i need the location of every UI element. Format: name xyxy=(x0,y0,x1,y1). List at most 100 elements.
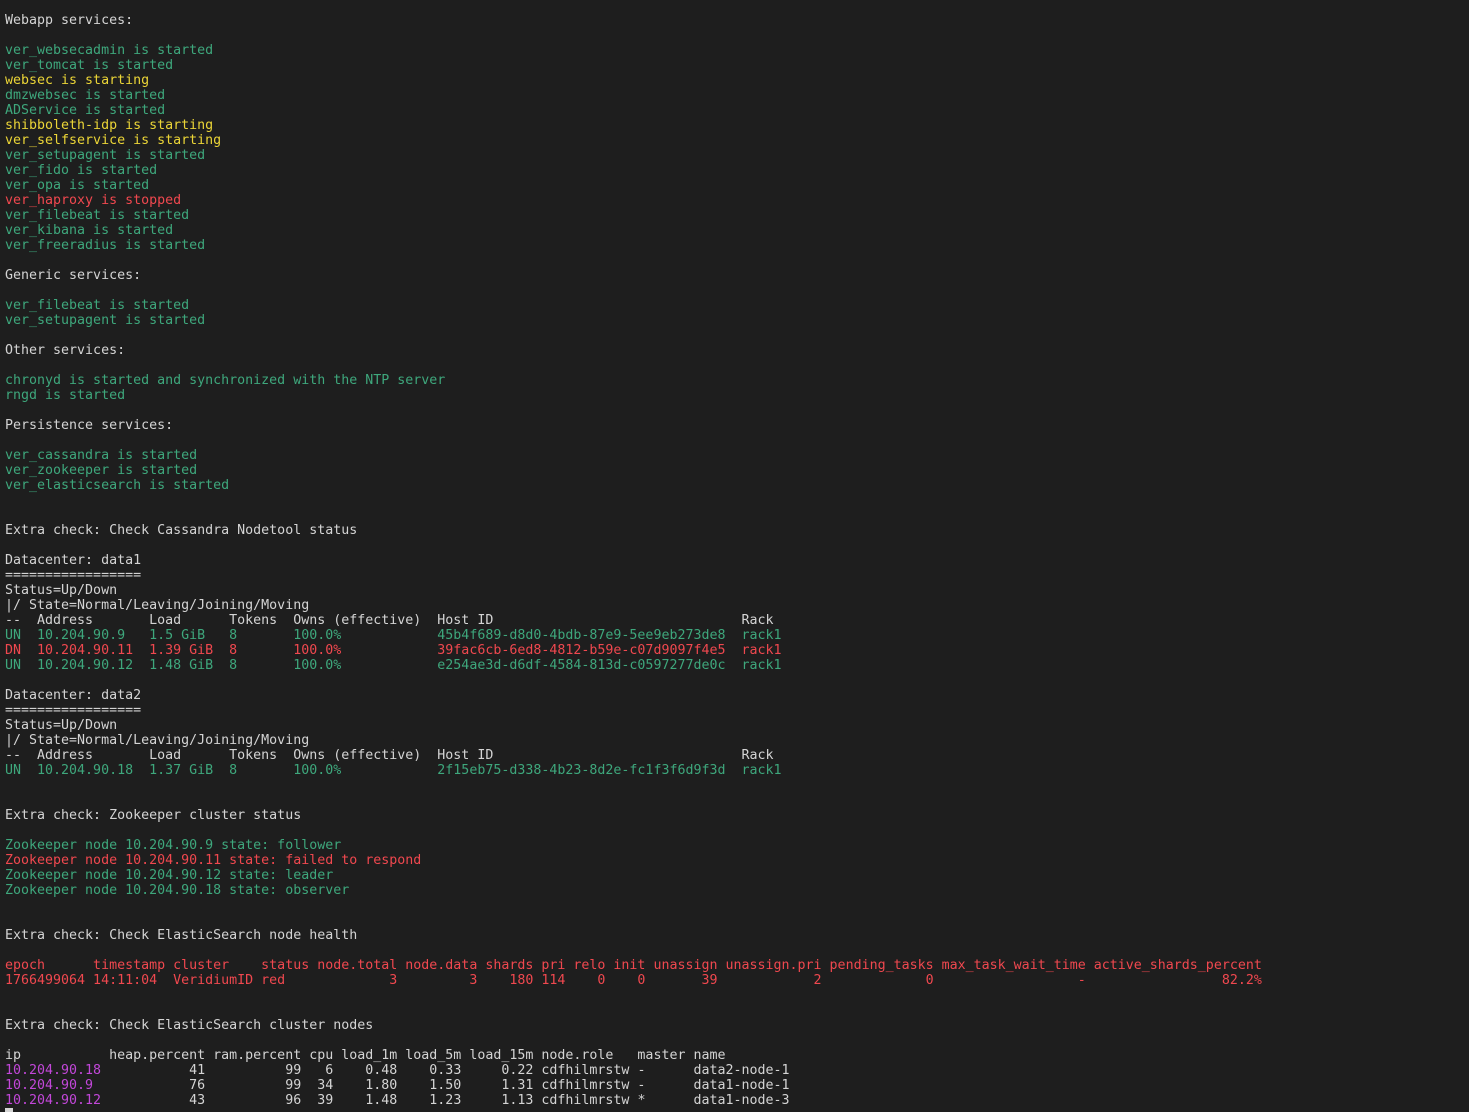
terminal-prompt-line[interactable] xyxy=(5,1108,1465,1112)
terminal-line: UN 10.204.90.18 1.37 GiB 8 100.0% 2f15eb… xyxy=(5,763,1465,778)
terminal-line-text: Persistence services: xyxy=(5,418,174,433)
terminal-line: ver_freeradius is started xyxy=(5,238,1465,253)
terminal-line: ver_elasticsearch is started xyxy=(5,478,1465,493)
terminal-line-text: 10.204.90.12 xyxy=(5,1093,102,1108)
terminal-line-text: UN 10.204.90.18 1.37 GiB 8 100.0% 2f15eb… xyxy=(5,763,782,778)
terminal-line-text: ver_filebeat is started xyxy=(5,208,190,223)
terminal-line: ver_setupagent is started xyxy=(5,313,1465,328)
terminal-line: Other services: xyxy=(5,343,1465,358)
terminal-line: ver_fido is started xyxy=(5,163,1465,178)
terminal-line: |/ State=Normal/Leaving/Joining/Moving xyxy=(5,598,1465,613)
terminal-line-text: Datacenter: data1 xyxy=(5,553,142,568)
terminal-line-text: ip heap.percent ram.percent cpu load_1m … xyxy=(5,1048,726,1063)
terminal-line: rngd is started xyxy=(5,388,1465,403)
terminal-line-rest: 43 96 39 1.48 1.23 1.13 cdfhilmrstw * da… xyxy=(101,1093,790,1108)
terminal-line: Zookeeper node 10.204.90.11 state: faile… xyxy=(5,853,1465,868)
terminal-line-text: 10.204.90.9 xyxy=(5,1078,94,1093)
text-cursor xyxy=(5,1108,13,1112)
terminal-line-text: Zookeeper node 10.204.90.18 state: obser… xyxy=(5,883,350,898)
terminal-line-text: ver_setupagent is started xyxy=(5,148,206,163)
terminal-line: Extra check: Check ElasticSearch node he… xyxy=(5,928,1465,943)
terminal-line-text: websec is starting xyxy=(5,73,150,88)
terminal-line: epoch timestamp cluster status node.tota… xyxy=(5,958,1465,973)
terminal-line-text: ver_fido is started xyxy=(5,163,158,178)
terminal-line: ip heap.percent ram.percent cpu load_1m … xyxy=(5,1048,1465,1063)
terminal-line: ver_cassandra is started xyxy=(5,448,1465,463)
terminal-line: Webapp services: xyxy=(5,13,1465,28)
terminal-line-text: |/ State=Normal/Leaving/Joining/Moving xyxy=(5,733,310,748)
terminal-line: ver_opa is started xyxy=(5,178,1465,193)
terminal-line: ADService is started xyxy=(5,103,1465,118)
terminal-line: ver_haproxy is stopped xyxy=(5,193,1465,208)
terminal-line: dmzwebsec is started xyxy=(5,88,1465,103)
terminal-line: 10.204.90.18 41 99 6 0.48 0.33 0.22 cdfh… xyxy=(5,1063,1465,1078)
terminal-line-text: ver_freeradius is started xyxy=(5,238,206,253)
terminal-line-text: DN 10.204.90.11 1.39 GiB 8 100.0% 39fac6… xyxy=(5,643,782,658)
terminal-line: Status=Up/Down xyxy=(5,583,1465,598)
terminal-line-rest: 41 99 6 0.48 0.33 0.22 cdfhilmrstw - dat… xyxy=(101,1063,790,1078)
terminal-line-text: -- Address Load Tokens Owns (effective) … xyxy=(5,613,774,628)
terminal-line-text: chronyd is started and synchronized with… xyxy=(5,373,446,388)
terminal-output[interactable]: Webapp services: ver_websecadmin is start… xyxy=(5,13,1465,1112)
terminal-line: -- Address Load Tokens Owns (effective) … xyxy=(5,613,1465,628)
terminal-line-text: Zookeeper node 10.204.90.11 state: faile… xyxy=(5,853,422,868)
terminal-line: 1766499064 14:11:04 VeridiumID red 3 3 1… xyxy=(5,973,1465,988)
terminal-line-text: epoch timestamp cluster status node.tota… xyxy=(5,958,1262,973)
terminal-line-text: Extra check: Check ElasticSearch cluster… xyxy=(5,1018,374,1033)
terminal-line-text: Extra check: Check ElasticSearch node he… xyxy=(5,928,358,943)
terminal-line: Persistence services: xyxy=(5,418,1465,433)
terminal-line-text: -- Address Load Tokens Owns (effective) … xyxy=(5,748,774,763)
terminal-line: Datacenter: data1 xyxy=(5,553,1465,568)
terminal-line: Extra check: Zookeeper cluster status xyxy=(5,808,1465,823)
terminal-line-text: ver_selfservice is starting xyxy=(5,133,222,148)
terminal-line-text: Extra check: Check Cassandra Nodetool st… xyxy=(5,523,358,538)
terminal-line-text: shibboleth-idp is starting xyxy=(5,118,214,133)
terminal-line-text: dmzwebsec is started xyxy=(5,88,166,103)
terminal-line-text: ver_websecadmin is started xyxy=(5,43,214,58)
terminal-line-text: ver_kibana is started xyxy=(5,223,174,238)
terminal-line-text: Other services: xyxy=(5,343,126,358)
terminal-line-text: UN 10.204.90.9 1.5 GiB 8 100.0% 45b4f689… xyxy=(5,628,782,643)
terminal-line-text: ver_cassandra is started xyxy=(5,448,198,463)
terminal-line-text: ver_opa is started xyxy=(5,178,150,193)
terminal-line-text: 10.204.90.18 xyxy=(5,1063,102,1078)
terminal-line-text: Status=Up/Down xyxy=(5,718,118,733)
terminal-line-text: ================= xyxy=(5,568,142,583)
terminal-line-text: ================= xyxy=(5,703,142,718)
terminal-line-text: Zookeeper node 10.204.90.12 state: leade… xyxy=(5,868,334,883)
terminal-line: Status=Up/Down xyxy=(5,718,1465,733)
terminal-line-text: ver_filebeat is started xyxy=(5,298,190,313)
terminal-line: ver_tomcat is started xyxy=(5,58,1465,73)
terminal-line-text: Status=Up/Down xyxy=(5,583,118,598)
terminal-line-rest: 76 99 34 1.80 1.50 1.31 cdfhilmrstw - da… xyxy=(93,1078,790,1093)
terminal-line-text: ver_zookeeper is started xyxy=(5,463,198,478)
terminal-line-text: ver_haproxy is stopped xyxy=(5,193,182,208)
terminal-line: chronyd is started and synchronized with… xyxy=(5,373,1465,388)
terminal-line: Zookeeper node 10.204.90.12 state: leade… xyxy=(5,868,1465,883)
terminal-line-text: ver_setupagent is started xyxy=(5,313,206,328)
terminal-line-text: Zookeeper node 10.204.90.9 state: follow… xyxy=(5,838,342,853)
terminal-line: UN 10.204.90.12 1.48 GiB 8 100.0% e254ae… xyxy=(5,658,1465,673)
terminal-line: Extra check: Check Cassandra Nodetool st… xyxy=(5,523,1465,538)
terminal-line: ver_kibana is started xyxy=(5,223,1465,238)
terminal-line: websec is starting xyxy=(5,73,1465,88)
terminal-line-text: |/ State=Normal/Leaving/Joining/Moving xyxy=(5,598,310,613)
terminal-line: ================= xyxy=(5,703,1465,718)
terminal-line: ver_filebeat is started xyxy=(5,208,1465,223)
terminal-line-text: ver_tomcat is started xyxy=(5,58,174,73)
terminal-line-text: Extra check: Zookeeper cluster status xyxy=(5,808,302,823)
terminal-line: ver_zookeeper is started xyxy=(5,463,1465,478)
